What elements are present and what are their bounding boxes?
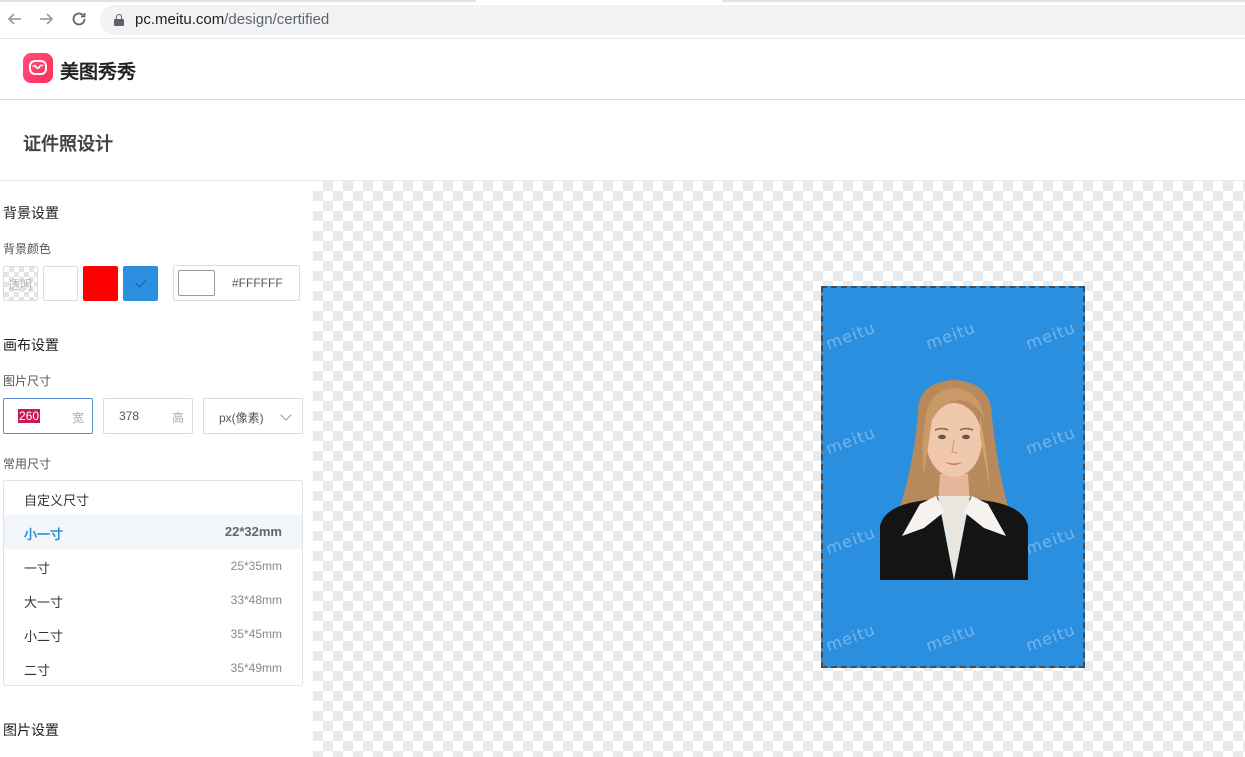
- transparent-label: 透明: [8, 278, 33, 292]
- check-icon: [135, 276, 147, 288]
- reload-icon[interactable]: [69, 9, 89, 29]
- address-bar[interactable]: pc.meitu.com/design/certified: [100, 5, 1245, 35]
- app-header: 美图秀秀: [0, 39, 1245, 100]
- background-settings-title: 背景设置: [3, 205, 59, 221]
- unit-select-value: px(像素): [219, 411, 264, 425]
- swatch-white[interactable]: [43, 266, 78, 301]
- color-hex-value[interactable]: #FFFFFF: [232, 276, 283, 290]
- size-item-small-1inch[interactable]: 小一寸 22*32mm: [4, 515, 302, 549]
- size-item-custom[interactable]: 自定义尺寸: [4, 481, 302, 515]
- swatch-red[interactable]: [83, 266, 118, 301]
- width-value[interactable]: 260: [18, 409, 41, 423]
- chevron-down-icon: [280, 409, 292, 421]
- image-size-label: 图片尺寸: [3, 374, 52, 388]
- url-host: pc.meitu.com: [135, 11, 225, 28]
- swatch-transparent[interactable]: 透明: [3, 266, 38, 301]
- color-chip[interactable]: [178, 270, 215, 296]
- portrait-image: [880, 380, 1028, 580]
- logo-text[interactable]: 美图秀秀: [60, 57, 136, 84]
- size-item-2inch[interactable]: 二寸 35*49mm: [4, 651, 302, 685]
- size-name: 小一寸: [24, 527, 64, 542]
- image-settings-title: 图片设置: [3, 722, 59, 738]
- watermark: meitu: [1023, 619, 1078, 656]
- size-item-small-2inch[interactable]: 小二寸 35*45mm: [4, 617, 302, 651]
- watermark: meitu: [823, 522, 878, 559]
- swatch-blue[interactable]: [123, 266, 158, 301]
- url-path: /design/certified: [224, 11, 330, 28]
- size-name: 小二寸: [24, 629, 64, 644]
- height-value[interactable]: 378: [119, 409, 139, 423]
- custom-color-picker[interactable]: #FFFFFF: [173, 265, 300, 301]
- watermark: meitu: [823, 422, 878, 459]
- size-item-large-1inch[interactable]: 大一寸 33*48mm: [4, 583, 302, 617]
- size-name: 大一寸: [24, 595, 64, 610]
- size-name: 二寸: [24, 663, 51, 678]
- size-name: 一寸: [24, 561, 51, 576]
- size-dim: 25*35mm: [230, 559, 282, 573]
- lock-icon: [114, 14, 124, 26]
- arrow-right-icon[interactable]: [36, 9, 56, 29]
- watermark: meitu: [1023, 422, 1078, 459]
- watermark: meitu: [823, 619, 878, 656]
- size-name: 自定义尺寸: [24, 493, 90, 508]
- height-unit: 高: [171, 411, 184, 425]
- height-input[interactable]: 378 高: [103, 398, 193, 434]
- size-item-1inch[interactable]: 一寸 25*35mm: [4, 549, 302, 583]
- width-input[interactable]: 260 宽: [3, 398, 93, 434]
- canvas-settings-title: 画布设置: [3, 337, 59, 353]
- watermark: meitu: [923, 317, 978, 354]
- size-dim: 22*32mm: [224, 524, 282, 539]
- background-color-label: 背景颜色: [3, 242, 52, 256]
- arrow-left-icon[interactable]: [5, 9, 25, 29]
- size-dim: 35*45mm: [230, 627, 282, 641]
- tab-strip-edge: [0, 0, 1245, 2]
- watermark: meitu: [1023, 522, 1078, 559]
- id-photo-preview[interactable]: meitu meitu meitu meitu meitu meitu meit…: [821, 286, 1085, 668]
- common-sizes-list: 自定义尺寸 小一寸 22*32mm 一寸 25*35mm 大一寸 33*48mm…: [3, 480, 303, 686]
- meitu-logo-icon[interactable]: [23, 53, 53, 83]
- unit-select[interactable]: px(像素): [203, 398, 303, 434]
- preview-canvas[interactable]: meitu meitu meitu meitu meitu meitu meit…: [313, 181, 1245, 757]
- common-sizes-label: 常用尺寸: [3, 457, 52, 471]
- page-title: 证件照设计: [23, 134, 113, 154]
- watermark: meitu: [1023, 317, 1078, 354]
- settings-panel: 背景设置 背景颜色 透明 #FFFFFF 画布设置 图片尺寸 260 宽 378…: [0, 181, 313, 757]
- watermark: meitu: [923, 619, 978, 656]
- watermark: meitu: [823, 317, 878, 354]
- size-dim: 35*49mm: [230, 661, 282, 675]
- width-unit: 宽: [71, 411, 84, 425]
- browser-toolbar: pc.meitu.com/design/certified: [0, 0, 1245, 39]
- size-dim: 33*48mm: [230, 593, 282, 607]
- url-text: pc.meitu.com/design/certified: [135, 11, 329, 28]
